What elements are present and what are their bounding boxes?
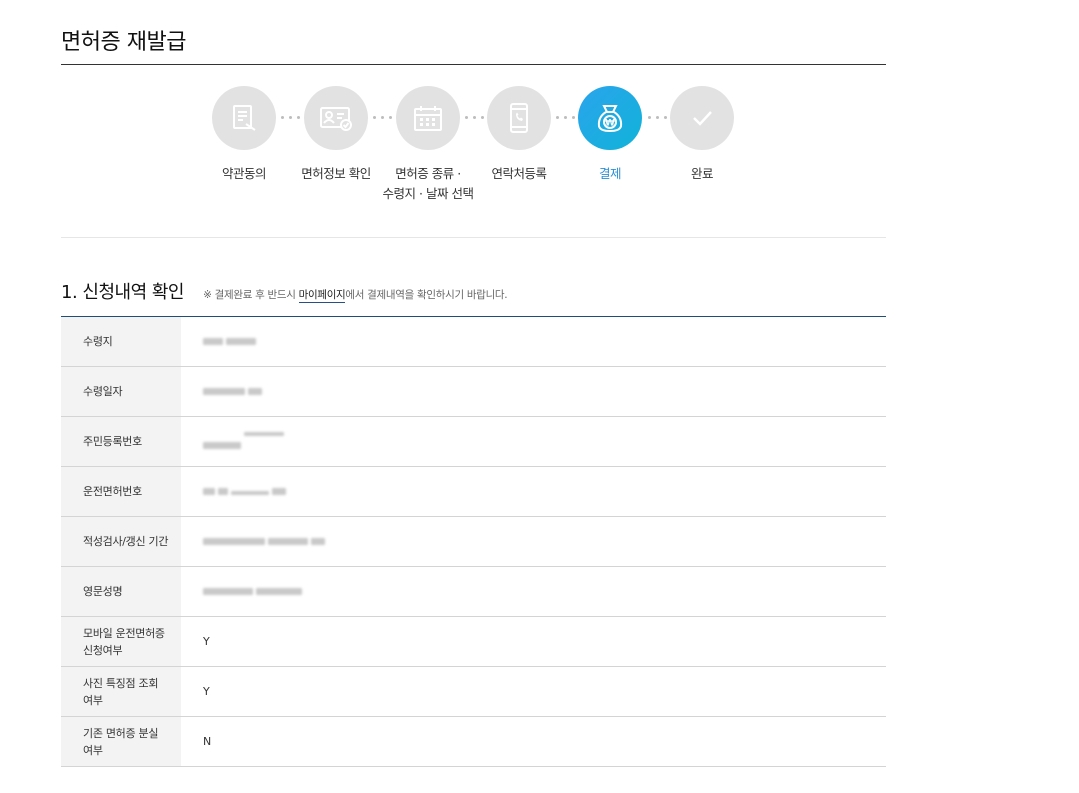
redacted-value: [203, 585, 305, 598]
application-details-table: 수령지 수령일자 주민등록번호 운전면허번호 적성검사/갱신 기간 영문성명 모…: [61, 316, 886, 767]
row-value: [181, 567, 886, 617]
row-label: 수령지: [61, 316, 181, 367]
row-value: [181, 467, 886, 517]
row-label: 운전면허번호: [61, 466, 181, 517]
table-row: 사진 특징점 조회 여부 Y: [61, 666, 886, 717]
row-label: 영문성명: [61, 566, 181, 617]
row-value: N: [203, 735, 212, 748]
phone-icon: [487, 86, 551, 150]
redacted-value: [203, 485, 289, 498]
check-icon: [670, 86, 734, 150]
table-row: 적성검사/갱신 기간: [61, 516, 886, 567]
page-title: 면허증 재발급: [61, 30, 186, 55]
row-label: 적성검사/갱신 기간: [61, 516, 181, 567]
row-value: Y: [203, 685, 210, 698]
table-row: 영문성명: [61, 566, 886, 617]
row-label: 수령일자: [61, 366, 181, 417]
money-bag-won-icon: ₩: [578, 86, 642, 150]
table-row: 수령지: [61, 316, 886, 367]
section-divider: [61, 237, 886, 238]
step-complete: 완료: [647, 86, 757, 184]
section-note: ※ 결제완료 후 반드시 마이페이지에서 결제내역을 확인하시기 바랍니다.: [203, 289, 508, 303]
id-card-check-icon: [304, 86, 368, 150]
row-value: [181, 367, 886, 417]
row-value: Y: [203, 635, 210, 648]
progress-stepper: 약관동의 면허정보 확인 면허증 종류 · 수령지 · 날짜 선택 연락처등록 …: [61, 86, 886, 236]
row-label: 모바일 운전면허증 신청여부: [61, 616, 181, 667]
table-row: 모바일 운전면허증 신청여부 Y: [61, 616, 886, 667]
calendar-icon: [396, 86, 460, 150]
svg-text:₩: ₩: [605, 119, 615, 129]
table-row: 수령일자: [61, 366, 886, 417]
redacted-value: [203, 385, 265, 398]
row-label: 주민등록번호: [61, 416, 181, 467]
row-value: [181, 417, 886, 467]
title-divider: [61, 64, 886, 65]
redacted-value: [203, 535, 328, 548]
redacted-value: [203, 431, 287, 452]
table-row: 기존 면허증 분실 여부 N: [61, 716, 886, 767]
document-icon: [212, 86, 276, 150]
table-row: 운전면허번호: [61, 466, 886, 517]
mypage-link[interactable]: 마이페이지: [298, 289, 346, 303]
section-header: 1. 신청내역 확인 ※ 결제완료 후 반드시 마이페이지에서 결제내역을 확인…: [61, 278, 508, 304]
row-value: [181, 317, 886, 367]
redacted-value: [203, 335, 259, 348]
row-value: [181, 517, 886, 567]
step-label: 완료: [690, 166, 714, 181]
row-label: 기존 면허증 분실 여부: [61, 716, 181, 767]
row-label: 사진 특징점 조회 여부: [61, 666, 181, 717]
section-title: 1. 신청내역 확인: [61, 282, 184, 303]
table-row: 주민등록번호: [61, 416, 886, 467]
